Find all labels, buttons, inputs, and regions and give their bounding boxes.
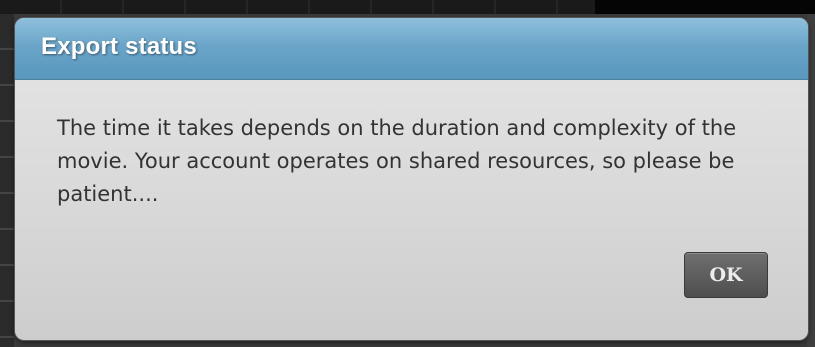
ok-button[interactable]: OK	[684, 252, 768, 298]
dialog-message: The time it takes depends on the duratio…	[57, 116, 737, 206]
background-left-panel	[0, 14, 14, 347]
export-status-dialog: Export status The time it takes depends …	[15, 18, 808, 340]
dialog-title: Export status	[41, 33, 197, 60]
background-corner	[595, 0, 815, 14]
background-right-panel	[807, 14, 815, 347]
dialog-titlebar: Export status	[15, 18, 808, 80]
